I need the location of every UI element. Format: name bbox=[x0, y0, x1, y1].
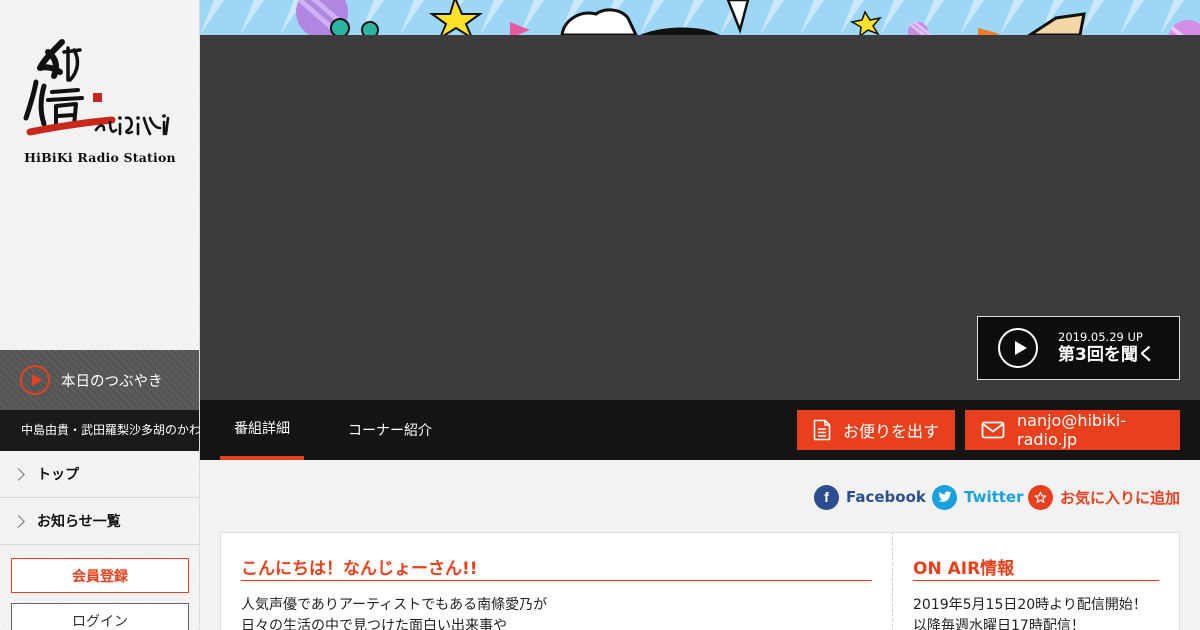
register-button[interactable]: 会員登録 bbox=[11, 558, 189, 593]
star-icon bbox=[1028, 484, 1053, 510]
facebook-share-link[interactable]: f Facebook bbox=[814, 482, 926, 512]
program-description-title: こんにちは！なんじょーさん!! bbox=[241, 554, 872, 581]
twitter-label: Twitter bbox=[964, 488, 1024, 506]
hibiki-logo-mark bbox=[23, 39, 170, 136]
chevron-right-icon bbox=[12, 467, 25, 481]
tab-program-detail[interactable]: 番組詳細 bbox=[220, 400, 304, 460]
card-divider bbox=[892, 532, 893, 630]
daily-tweet-button[interactable]: 本日のつぶやき bbox=[0, 350, 199, 410]
send-letter-button[interactable]: お便りを出す bbox=[797, 410, 955, 450]
facebook-label: Facebook bbox=[846, 488, 926, 506]
onair-line: 以降毎週水曜日17時配信！ bbox=[913, 618, 1085, 630]
program-description: 人気声優でありアーティストでもある南條愛乃が 日々の生活の中で見つけた面白い出来… bbox=[241, 595, 871, 630]
listen-episode-button[interactable]: 2019.05.29 UP 第3回を聞く bbox=[977, 316, 1180, 380]
logo-caption: HiBiKi Radio Station bbox=[24, 150, 176, 165]
chevron-right-icon bbox=[12, 514, 25, 528]
twitter-bird-icon bbox=[932, 484, 957, 510]
tab-corner-intro[interactable]: コーナー紹介 bbox=[330, 400, 450, 460]
play-icon bbox=[20, 365, 50, 395]
email-button[interactable]: nanjo@hibiki-radio.jp bbox=[965, 410, 1180, 450]
daily-tweet-label: 本日のつぶやき bbox=[61, 373, 163, 390]
description-line: 日々の生活の中で見つけた面白い出来事や bbox=[241, 618, 507, 630]
sidebar-item-label: お知らせ一覧 bbox=[37, 514, 121, 530]
send-letter-label: お便りを出す bbox=[843, 422, 940, 441]
onair-info: 2019年5月15日20時より配信開始！ 以降毎週水曜日17時配信！ bbox=[913, 595, 1173, 630]
email-address: nanjo@hibiki-radio.jp bbox=[1017, 411, 1126, 449]
program-tab-bar: 番組詳細 コーナー紹介 お便りを出す nanjo@hibiki-radio.jp bbox=[200, 400, 1200, 460]
add-favorite-button[interactable]: お気に入りに追加 bbox=[1028, 482, 1180, 512]
onair-info-title: ON AIR情報 bbox=[913, 554, 1159, 581]
facebook-icon: f bbox=[814, 484, 839, 510]
favorite-label: お気に入りに追加 bbox=[1060, 488, 1181, 507]
sidebar-item-news[interactable]: お知らせ一覧 bbox=[0, 498, 199, 545]
document-icon bbox=[813, 419, 831, 441]
envelope-icon bbox=[981, 421, 1005, 439]
episode-date: 2019.05.29 UP bbox=[1058, 330, 1143, 344]
login-button[interactable]: ログイン bbox=[11, 603, 189, 630]
description-line: 人気声優でありアーティストでもある南條愛乃が bbox=[241, 597, 548, 613]
sidebar-item-label: トップ bbox=[37, 467, 79, 483]
play-icon bbox=[998, 328, 1038, 368]
tweet-ticker[interactable]: 中島由貴・武田羅梨沙多胡のかわ bbox=[0, 410, 199, 451]
twitter-share-link[interactable]: Twitter bbox=[932, 482, 1024, 512]
program-banner-art bbox=[200, 0, 1200, 35]
sidebar: HiBiKi Radio Station 本日のつぶやき 中島由貴・武田羅梨沙多… bbox=[0, 0, 200, 630]
sidebar-item-top[interactable]: トップ bbox=[0, 451, 199, 498]
onair-line: 2019年5月15日20時より配信開始！ bbox=[913, 597, 1147, 613]
episode-title: 第3回を聞く bbox=[1058, 345, 1155, 365]
